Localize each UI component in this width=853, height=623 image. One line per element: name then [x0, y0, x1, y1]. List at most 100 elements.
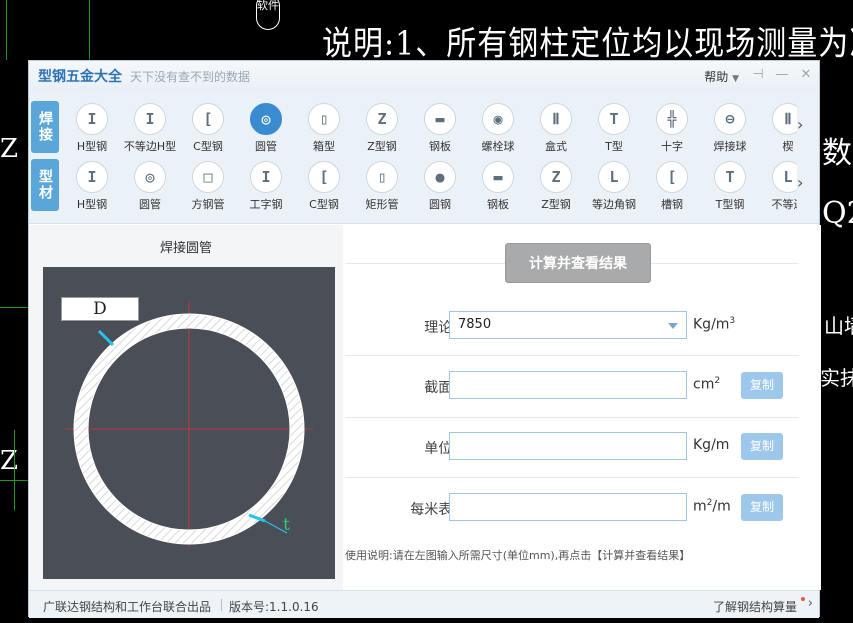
- cad-side-text-1: 数: [822, 136, 852, 171]
- toolbar-item[interactable]: ● 圆钢: [411, 155, 469, 213]
- toolbar-item[interactable]: [C型钢: [295, 155, 353, 213]
- toolbar-item[interactable]: ╬ 十字: [643, 97, 701, 155]
- status-bar: 广联达钢结构和工作台联合出品 版本号:1.1.0.16 了解钢结构算量 ›: [29, 590, 819, 618]
- toolbar-item-label: Z型钢: [367, 140, 397, 153]
- toolbar-item-label: 不等边H型: [123, 140, 177, 153]
- category-weld[interactable]: 焊接: [31, 101, 59, 153]
- chevron-right-icon[interactable]: ›: [797, 173, 809, 193]
- close-icon[interactable]: ✕: [799, 67, 813, 83]
- toolbar-item[interactable]: Ⅱ楔: [759, 97, 797, 155]
- round-bar-icon: ●: [424, 161, 456, 193]
- copy-surface-button[interactable]: 复制: [741, 494, 783, 521]
- credit-text: 广联达钢结构和工作台联合出品: [43, 600, 212, 614]
- cad-side-text-4: 实抹: [820, 366, 853, 390]
- chevron-down-icon: [668, 323, 678, 329]
- toolbar-item[interactable]: ⊖ 焊接球: [701, 97, 759, 155]
- diameter-input-label[interactable]: D: [61, 297, 139, 321]
- toolbar-item[interactable]: [槽钢: [643, 155, 701, 213]
- toolbar-item[interactable]: I 工字钢: [237, 155, 295, 213]
- density-select[interactable]: 7850: [449, 311, 687, 339]
- copy-weight-button[interactable]: 复制: [741, 433, 783, 460]
- cad-grid-line: [89, 0, 90, 60]
- toolbar-item[interactable]: L 不等边: [759, 155, 797, 213]
- toolbar-item[interactable]: Z Z型钢: [527, 155, 585, 213]
- toolbar-item[interactable]: Z Z型钢: [353, 97, 411, 155]
- toolbar-item-label: 不等边: [771, 198, 798, 211]
- toolbar-item-label: H型钢: [76, 140, 108, 153]
- equal-angle-icon: L: [598, 161, 630, 193]
- cad-side-text-z1: Z: [0, 134, 19, 164]
- app-subtitle: 天下没有查不到的数据: [130, 69, 251, 84]
- toolbar-item[interactable]: ◎ 圆管: [121, 155, 179, 213]
- steel-plate-icon: ▬: [424, 103, 456, 135]
- help-label: 帮助: [704, 70, 729, 84]
- toolbar-item[interactable]: Ⅱ 盒式: [527, 97, 585, 155]
- chevron-right-icon[interactable]: ›: [797, 115, 809, 135]
- toolbar-item[interactable]: L 等边角钢: [585, 155, 643, 213]
- learn-more-link[interactable]: 了解钢结构算量: [713, 598, 797, 615]
- category-toolbar: 焊接 I H型钢 I 不等边H型[C型钢 ◎ 圆管 ▯ 箱型 Z Z型钢 ▬ 钢板 ◉ 螺栓球 Ⅱ 盒式 T T型…: [29, 91, 819, 224]
- steel-plate-icon: ▬: [482, 161, 514, 193]
- toolbar-item-label: 盒式: [545, 140, 567, 153]
- cad-side-text-z2: Z: [0, 446, 19, 476]
- weight-field[interactable]: [449, 432, 687, 460]
- square-tube-icon: □: [192, 161, 224, 193]
- weight-row: 单位重量: Kg/m 复制: [343, 432, 821, 462]
- profile-items: I H型钢 ◎ 圆管 □ 方钢管 I 工字钢 [C型钢 ▯ 矩形管 ● 圆钢 ▬ 钢板 Z Z型钢 L 等边角钢 [槽…: [63, 155, 797, 213]
- rect-tube-icon: ▯: [366, 161, 398, 193]
- category-profile[interactable]: 型材: [31, 159, 59, 211]
- divider: [345, 477, 799, 478]
- toolbar-item[interactable]: I H型钢: [63, 97, 121, 155]
- diameter-marker: [97, 329, 115, 347]
- toolbar-item[interactable]: ◉ 螺栓球: [469, 97, 527, 155]
- toolbar-item-label: 方钢管: [191, 198, 225, 211]
- bolt-ball-icon: ◉: [482, 103, 514, 135]
- pin-icon[interactable]: ⊣: [751, 67, 765, 83]
- toolbar-item[interactable]: ▬ 钢板: [469, 155, 527, 213]
- box-type-icon: Ⅱ: [540, 103, 572, 135]
- surface-field[interactable]: [449, 493, 687, 521]
- toolbar-item-label: 圆管: [139, 198, 161, 211]
- density-value: 7850: [458, 317, 492, 332]
- toolbar-item[interactable]: □ 方钢管: [179, 155, 237, 213]
- toolbar-item-label: 十字: [661, 140, 683, 153]
- toolbar-item-label: 楔: [782, 140, 794, 153]
- help-menu[interactable]: 帮助 ▼: [704, 68, 739, 85]
- toolbar-item[interactable]: T T型: [585, 97, 643, 155]
- profile-row: 型材 I H型钢 ◎ 圆管 □ 方钢管 I 工字钢 [C型钢 ▯ 矩形管 ● 圆钢 ▬ 钢板 Z Z型钢 L 等边角…: [29, 155, 819, 213]
- cad-side-text-3: 山墙: [824, 314, 853, 338]
- weight-unit: Kg/m: [693, 437, 730, 453]
- toolbar-item[interactable]: ◎ 圆管: [237, 97, 295, 155]
- toolbar-item-label: 槽钢: [661, 198, 683, 211]
- toolbar-item[interactable]: ▯ 箱型: [295, 97, 353, 155]
- title-bar[interactable]: 型钢五金大全 天下没有查不到的数据 帮助 ▼ ⊣ — ✕: [29, 61, 819, 91]
- chevron-down-icon: ▼: [732, 74, 739, 84]
- weld-ball-icon: ⊖: [714, 103, 746, 135]
- toolbar-item[interactable]: I H型钢: [63, 155, 121, 213]
- minimize-icon[interactable]: —: [775, 67, 789, 83]
- round-pipe-icon: ◎: [250, 103, 282, 135]
- diagram-panel: 焊接圆管 D t: [29, 225, 343, 590]
- unequal-h-icon: I: [134, 103, 166, 135]
- surface-unit-main: m: [693, 498, 707, 515]
- diagram-title: 焊接圆管: [159, 241, 212, 256]
- toolbar-item[interactable]: I 不等边H型: [121, 97, 179, 155]
- copy-area-button[interactable]: 复制: [741, 372, 783, 399]
- c-channel-icon: [: [192, 103, 224, 135]
- toolbar-item[interactable]: T T型钢: [701, 155, 759, 213]
- toolbar-item[interactable]: ▯ 矩形管: [353, 155, 411, 213]
- calculate-button[interactable]: 计算并查看结果: [505, 243, 651, 283]
- toolbar-item[interactable]: [C型钢: [179, 97, 237, 155]
- toolbar-item-label: 钢板: [429, 140, 451, 153]
- z-section-icon: Z: [540, 161, 572, 193]
- chevron-right-icon[interactable]: ›: [808, 596, 813, 611]
- result-panel: 计算并查看结果 理论比重: 7850 Kg/m3 截面面积: cm2 复制 单位…: [343, 225, 821, 590]
- weld-items: I H型钢 I 不等边H型 [C型钢 ◎ 圆管 ▯ 箱型 Z Z型钢 ▬ 钢板 ◉ 螺栓球 Ⅱ 盒式 T T型 ╬ 十字…: [63, 97, 797, 155]
- area-field[interactable]: [449, 371, 687, 399]
- toolbar-item[interactable]: ▬ 钢板: [411, 97, 469, 155]
- thickness-label[interactable]: t: [283, 515, 290, 535]
- toolbar-item-label: T型钢: [715, 198, 745, 211]
- notification-dot: [801, 597, 805, 601]
- app-window: 型钢五金大全 天下没有查不到的数据 帮助 ▼ ⊣ — ✕ 焊接 I H型钢 I 不等边…: [28, 60, 821, 618]
- density-unit-sup: 3: [729, 316, 736, 326]
